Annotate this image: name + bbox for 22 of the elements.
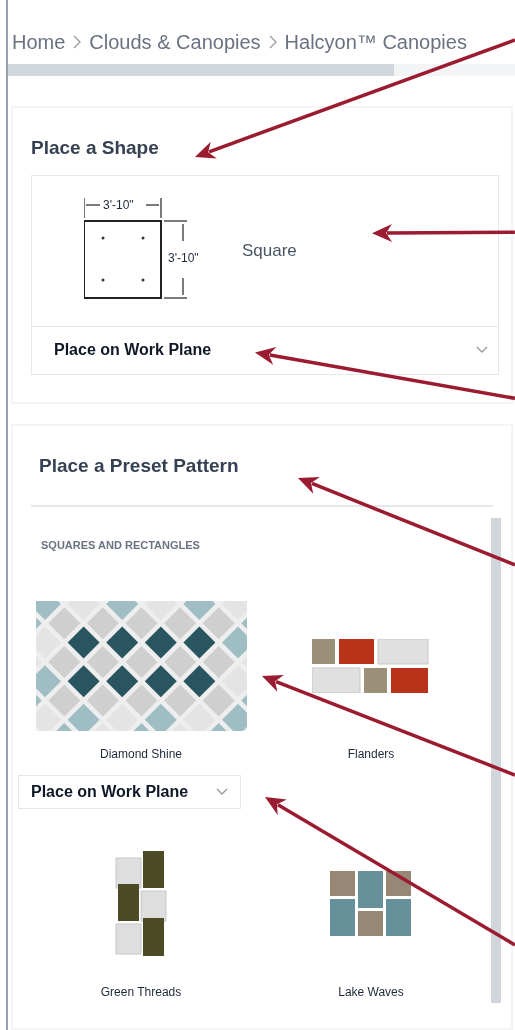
breadcrumb-link[interactable]: Clouds & Canopies	[89, 26, 261, 57]
pattern-thumbnail[interactable]	[312, 639, 430, 693]
horizontal-scrollbar[interactable]	[8, 64, 515, 76]
chevron-icon	[476, 346, 488, 354]
pattern-name: Lake Waves	[338, 984, 404, 1001]
placement-dropdown[interactable]: Place on Work Plane	[18, 775, 241, 809]
pattern-thumbnail[interactable]	[35, 601, 247, 731]
vertical-scrollbar[interactable]	[491, 518, 501, 1003]
chevron-icon	[216, 788, 228, 796]
section-heading: SQUARES AND RECTANGLES	[41, 537, 200, 553]
breadcrumb-link[interactable]: Halcyon™ Canopies	[284, 26, 467, 57]
pattern-thumbnail[interactable]	[115, 851, 167, 957]
pattern-name: Diamond Shine	[99, 746, 183, 763]
chevron-right-icon	[268, 34, 277, 49]
pattern-name: Green Threads	[100, 984, 182, 1001]
shape-name: Square	[242, 239, 297, 262]
pattern-thumbnail[interactable]	[330, 871, 412, 937]
pattern-name: Flanders	[347, 746, 395, 763]
chevron-right-icon	[73, 34, 82, 49]
panel-title: Place a Shape	[31, 136, 159, 160]
breadcrumb-link[interactable]: Home	[12, 26, 66, 57]
panel-title: Place a Preset Pattern	[39, 454, 239, 478]
